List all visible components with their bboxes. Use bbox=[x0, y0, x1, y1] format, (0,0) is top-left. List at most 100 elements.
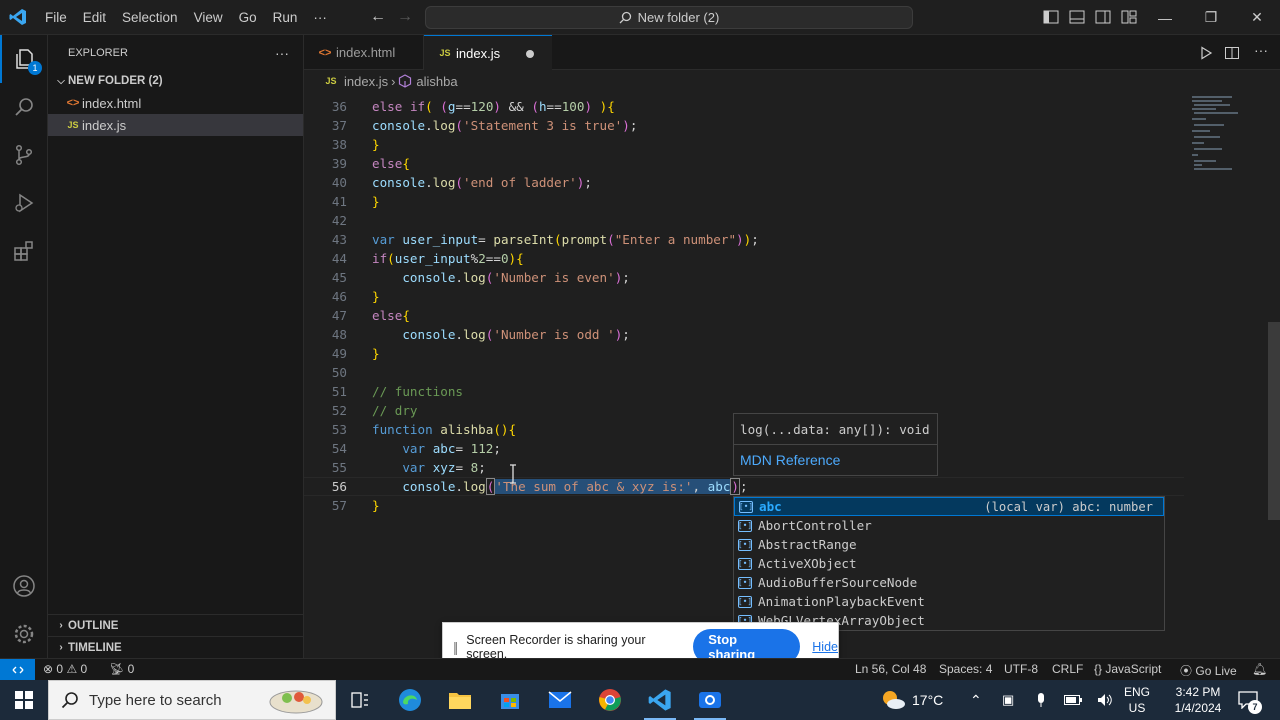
suggestion-item[interactable]: [•] AudioBufferSourceNode bbox=[734, 573, 1164, 592]
forward-arrow-icon[interactable]: → bbox=[397, 8, 413, 26]
timeline-section[interactable]: › TIMELINE bbox=[48, 636, 303, 658]
suggestion-item[interactable]: [•] AnimationPlaybackEvent bbox=[734, 592, 1164, 611]
chrome-app[interactable] bbox=[586, 680, 634, 720]
extensions-activity[interactable] bbox=[0, 227, 48, 275]
menu-go[interactable]: Go bbox=[231, 0, 265, 35]
weather-widget[interactable]: 17°C bbox=[880, 680, 943, 720]
restore-button[interactable]: ❐ bbox=[1188, 0, 1234, 35]
edge-app[interactable] bbox=[386, 680, 434, 720]
activity-bar: 1 bbox=[0, 35, 48, 658]
line-number: 42 bbox=[331, 213, 347, 228]
vscode-logo-icon bbox=[0, 0, 35, 35]
variable-icon: [•] bbox=[737, 595, 753, 608]
breadcrumb: JS index.js › alishba bbox=[304, 70, 1264, 92]
manage-activity[interactable] bbox=[0, 610, 48, 658]
breadcrumb-symbol[interactable]: alishba bbox=[416, 74, 457, 89]
customize-layout-icon[interactable] bbox=[1121, 9, 1137, 25]
file-explorer-app[interactable] bbox=[436, 680, 484, 720]
chrome-icon bbox=[599, 689, 621, 711]
battery-icon[interactable] bbox=[1064, 680, 1082, 720]
breadcrumb-file[interactable]: index.js bbox=[344, 74, 388, 89]
suggestion-item[interactable]: [•] AbortController bbox=[734, 516, 1164, 535]
cursor-position[interactable]: Ln 56, Col 48 bbox=[855, 662, 926, 676]
tab-index-html[interactable]: <> index.html bbox=[304, 35, 424, 70]
line-number: 53 bbox=[331, 422, 347, 437]
antenna-icon: 📡︎ bbox=[109, 662, 125, 676]
command-center[interactable]: New folder (2) bbox=[425, 6, 913, 29]
file-index-js[interactable]: JS index.js bbox=[48, 114, 303, 136]
indentation[interactable]: Spaces: 4 bbox=[939, 662, 992, 676]
notification-center-button[interactable]: 7 bbox=[1238, 680, 1262, 720]
menu-selection[interactable]: Selection bbox=[114, 0, 186, 35]
suggestion-item[interactable]: [•] abc (local var) abc: number bbox=[734, 497, 1164, 516]
editor-more-icon[interactable]: ··· bbox=[1254, 42, 1268, 58]
toggle-primary-sidebar-icon[interactable] bbox=[1043, 9, 1059, 25]
warning-count: 0 bbox=[80, 662, 88, 676]
encoding[interactable]: UTF-8 bbox=[1004, 662, 1038, 676]
hide-banner-link[interactable]: Hide bbox=[812, 640, 838, 654]
language-label: JavaScript bbox=[1105, 662, 1162, 676]
search-activity[interactable] bbox=[0, 83, 48, 131]
drag-handle-icon[interactable]: || bbox=[453, 639, 458, 655]
menu-view[interactable]: View bbox=[186, 0, 231, 35]
go-live-button[interactable]: ⦿ Go Live bbox=[1180, 662, 1237, 679]
remote-indicator[interactable] bbox=[0, 659, 35, 680]
microsoft-store-app[interactable] bbox=[486, 680, 534, 720]
file-index-html[interactable]: <> index.html bbox=[48, 92, 303, 114]
volume-icon[interactable] bbox=[1097, 680, 1113, 720]
outline-section[interactable]: › OUTLINE bbox=[48, 614, 303, 636]
tab-index-js[interactable]: JS index.js bbox=[424, 35, 552, 70]
line-ending[interactable]: CRLF bbox=[1052, 662, 1083, 676]
notifications-bell-icon[interactable]: 🔔︎ bbox=[1252, 662, 1267, 676]
problems-indicator[interactable]: ⊗ 0 ⚠ 0 bbox=[43, 662, 87, 676]
meet-now-icon[interactable]: ▣ bbox=[1002, 680, 1014, 720]
ports-indicator[interactable]: 📡︎ 0 bbox=[109, 662, 134, 676]
minimap[interactable] bbox=[1184, 92, 1268, 658]
screen-recorder-app[interactable] bbox=[686, 680, 734, 720]
menu-more[interactable]: ··· bbox=[305, 0, 335, 35]
editor-tabs: <> index.html JS index.js ··· bbox=[304, 35, 1280, 70]
code-line: 49} bbox=[304, 344, 1184, 363]
explorer-activity[interactable]: 1 bbox=[0, 35, 48, 83]
mail-app[interactable] bbox=[536, 680, 584, 720]
menu-edit[interactable]: Edit bbox=[75, 0, 114, 35]
minimize-button[interactable]: — bbox=[1142, 0, 1188, 35]
language-mode[interactable]: {} JavaScript bbox=[1094, 662, 1161, 676]
folder-new-folder-2[interactable]: ⌵ NEW FOLDER (2) bbox=[48, 70, 303, 92]
signature-text: log(...data: any[]): void bbox=[740, 422, 930, 437]
suggestion-item[interactable]: [•] ActiveXObject bbox=[734, 554, 1164, 573]
braces-icon: {} bbox=[1094, 662, 1103, 676]
taskbar-search[interactable]: Type here to search bbox=[48, 680, 336, 720]
close-window-button[interactable]: ✕ bbox=[1234, 0, 1280, 35]
folder-label: NEW FOLDER (2) bbox=[68, 75, 163, 87]
file-label: index.html bbox=[82, 95, 142, 111]
task-view-button[interactable] bbox=[336, 680, 384, 720]
menu-file[interactable]: File bbox=[37, 0, 75, 35]
vscode-app[interactable] bbox=[636, 680, 684, 720]
remote-icon bbox=[12, 666, 23, 673]
show-hidden-icons-chevron-icon[interactable]: ⌃ bbox=[970, 680, 982, 720]
code-line: 40 console.log('end of ladder'); bbox=[304, 173, 1184, 192]
suggestion-label: AudioBufferSourceNode bbox=[758, 575, 918, 590]
toggle-secondary-sidebar-icon[interactable] bbox=[1095, 9, 1111, 25]
microphone-icon[interactable] bbox=[1036, 680, 1046, 720]
suggestion-item[interactable]: [•] AbstractRange bbox=[734, 535, 1164, 554]
accounts-activity[interactable] bbox=[0, 562, 48, 610]
scrollbar-thumb[interactable] bbox=[1268, 322, 1280, 520]
run-debug-activity[interactable] bbox=[0, 179, 48, 227]
explorer-more-icon[interactable]: ··· bbox=[275, 45, 289, 61]
menu-run[interactable]: Run bbox=[265, 0, 306, 35]
clock[interactable]: 3:42 PM 1/4/2024 bbox=[1170, 680, 1226, 720]
source-control-activity[interactable] bbox=[0, 131, 48, 179]
variable-icon: [•] bbox=[737, 519, 753, 532]
line-number: 52 bbox=[331, 403, 347, 418]
back-arrow-icon[interactable]: ← bbox=[370, 8, 386, 26]
input-language[interactable]: ENG US bbox=[1124, 680, 1150, 720]
run-file-icon[interactable] bbox=[1199, 46, 1213, 60]
toggle-panel-icon[interactable] bbox=[1069, 9, 1085, 25]
start-button[interactable] bbox=[0, 680, 48, 720]
line-number: 46 bbox=[331, 289, 347, 304]
unsaved-dot-icon[interactable] bbox=[526, 50, 534, 58]
split-editor-icon[interactable] bbox=[1224, 45, 1240, 61]
mdn-reference-link[interactable]: MDN Reference bbox=[740, 452, 840, 468]
